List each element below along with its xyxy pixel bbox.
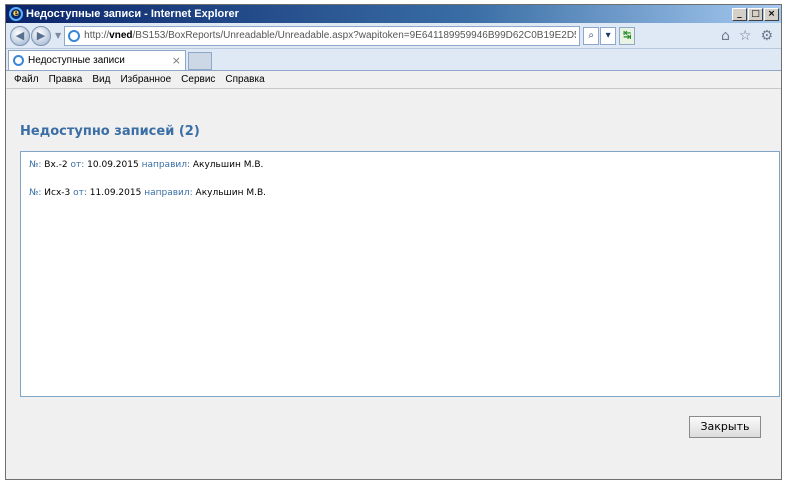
address-bar[interactable]: http://vned/BS153/BoxReports/Unreadable/… [64, 25, 581, 46]
tab-label: Недоступные записи [28, 55, 125, 66]
record-sender-label: направил: [141, 160, 191, 170]
settings-gear-icon[interactable]: ⚙ [760, 28, 773, 44]
records-list: №: Вх.-2 от: 10.09.2015 направил: Акульш… [20, 151, 780, 397]
minimize-button[interactable]: _ [732, 7, 747, 21]
record-number-label: №: [29, 188, 42, 198]
forward-button[interactable]: ▶ [31, 25, 51, 46]
tab-favicon-icon [13, 55, 24, 66]
page-title: Недоступно записей (2) [20, 124, 200, 139]
title-bar[interactable]: e Недоступные записи - Internet Explorer… [6, 5, 781, 23]
menu-favorites[interactable]: Избранное [115, 74, 176, 85]
back-button[interactable]: ◀ [10, 25, 30, 46]
record-sender-label: направил: [144, 188, 193, 198]
menu-edit[interactable]: Правка [44, 74, 88, 85]
window-controls: _ □ × [732, 7, 779, 21]
menu-view[interactable]: Вид [87, 74, 115, 85]
menu-help[interactable]: Справка [220, 74, 269, 85]
compatibility-view-icon[interactable]: ↹ [619, 26, 636, 45]
forward-arrow-icon: ▶ [36, 28, 46, 42]
new-tab-button[interactable] [188, 52, 212, 70]
tab-bar: Недоступные записи × [6, 49, 781, 71]
address-url[interactable]: http://vned/BS153/BoxReports/Unreadable/… [84, 30, 576, 41]
record-date: 11.09.2015 [89, 188, 142, 198]
record-date-label: от: [70, 160, 85, 170]
toolbar-icons: ⌂ ☆ ⚙ [721, 28, 777, 44]
menu-tools[interactable]: Сервис [176, 74, 220, 85]
page-content: Недоступно записей (2) №: Вх.-2 от: 10.0… [6, 90, 781, 479]
record-number: Исх-3 [44, 188, 71, 198]
back-arrow-icon: ◀ [15, 28, 25, 42]
menu-bar: Файл Правка Вид Избранное Сервис Справка [6, 71, 781, 89]
menu-file[interactable]: Файл [9, 74, 44, 85]
record-number-label: №: [29, 160, 42, 170]
record-number: Вх.-2 [44, 160, 68, 170]
navigation-bar: ◀ ▶ ▼ http://vned/BS153/BoxReports/Unrea… [6, 23, 781, 49]
list-item: №: Вх.-2 от: 10.09.2015 направил: Акульш… [29, 160, 779, 170]
record-sender: Акульшин М.В. [192, 160, 264, 170]
page-favicon-icon [68, 29, 81, 42]
search-icon[interactable]: ⌕ [583, 26, 600, 45]
address-tools: ⌕ ▾ ↹ [582, 26, 636, 45]
browser-window: e Недоступные записи - Internet Explorer… [5, 4, 782, 480]
favorites-star-icon[interactable]: ☆ [739, 28, 752, 44]
record-date-label: от: [73, 188, 87, 198]
home-icon[interactable]: ⌂ [721, 28, 730, 44]
maximize-button[interactable]: □ [748, 7, 763, 21]
tab-unreadable-records[interactable]: Недоступные записи × [8, 50, 186, 70]
tab-close-icon[interactable]: × [172, 54, 181, 67]
close-button[interactable]: Закрыть [689, 416, 761, 438]
record-sender: Акульшин М.В. [195, 188, 266, 198]
window-title: Недоступные записи - Internet Explorer [26, 8, 239, 20]
close-window-button[interactable]: × [764, 7, 779, 21]
address-dropdown-icon[interactable]: ▾ [600, 26, 617, 45]
internet-explorer-icon: e [9, 7, 23, 21]
history-dropdown-icon[interactable]: ▼ [55, 31, 61, 40]
record-date: 10.09.2015 [87, 160, 139, 170]
list-item: №: Исх-3 от: 11.09.2015 направил: Акульш… [29, 188, 779, 198]
